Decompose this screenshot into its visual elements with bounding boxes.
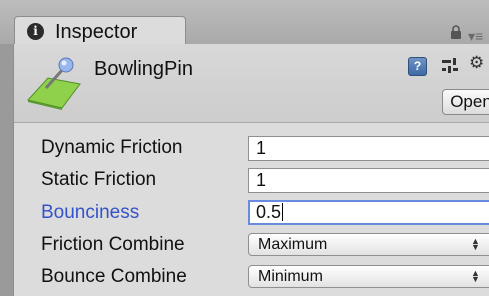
tab-menu-icon[interactable]: ▾≡ [468, 28, 483, 45]
dynamic-friction-field[interactable]: 1 [248, 136, 489, 161]
friction-combine-label: Friction Combine [41, 234, 185, 255]
static-friction-label: Static Friction [41, 169, 157, 190]
text-caret [282, 203, 284, 221]
open-button[interactable]: Open [442, 89, 489, 115]
bounciness-label: Bounciness [41, 202, 140, 223]
help-icon[interactable]: ? [408, 57, 427, 76]
info-icon: i [27, 23, 44, 40]
static-friction-field[interactable]: 1 [248, 168, 489, 193]
bounciness-value: 0.5 [256, 202, 282, 222]
asset-name: BowlingPin [94, 58, 193, 80]
tab-label: Inspector [55, 21, 138, 43]
lock-icon[interactable] [450, 25, 462, 44]
bounce-combine-label: Bounce Combine [41, 266, 187, 287]
inspector-panel: BowlingPin ? ⚙ Open Dynamic Friction 1 S… [13, 44, 489, 296]
asset-header: BowlingPin ? ⚙ Open [14, 44, 489, 123]
bounce-combine-dropdown[interactable]: Minimum ▲ ▼ [248, 265, 489, 288]
bounciness-field[interactable]: 0.5 [248, 200, 489, 225]
updown-arrows-icon: ▲ ▼ [471, 236, 480, 252]
physic-material-icon [24, 52, 84, 115]
gear-icon[interactable]: ⚙ [469, 53, 484, 73]
tab-strip: i Inspector ▾≡ [0, 0, 489, 48]
friction-combine-value: Maximum [258, 236, 328, 253]
bounce-combine-value: Minimum [258, 268, 323, 285]
friction-combine-dropdown[interactable]: Maximum ▲ ▼ [248, 233, 489, 256]
updown-arrows-icon: ▲ ▼ [471, 268, 480, 284]
dynamic-friction-label: Dynamic Friction [41, 137, 183, 158]
preset-settings-icon[interactable] [441, 57, 459, 80]
